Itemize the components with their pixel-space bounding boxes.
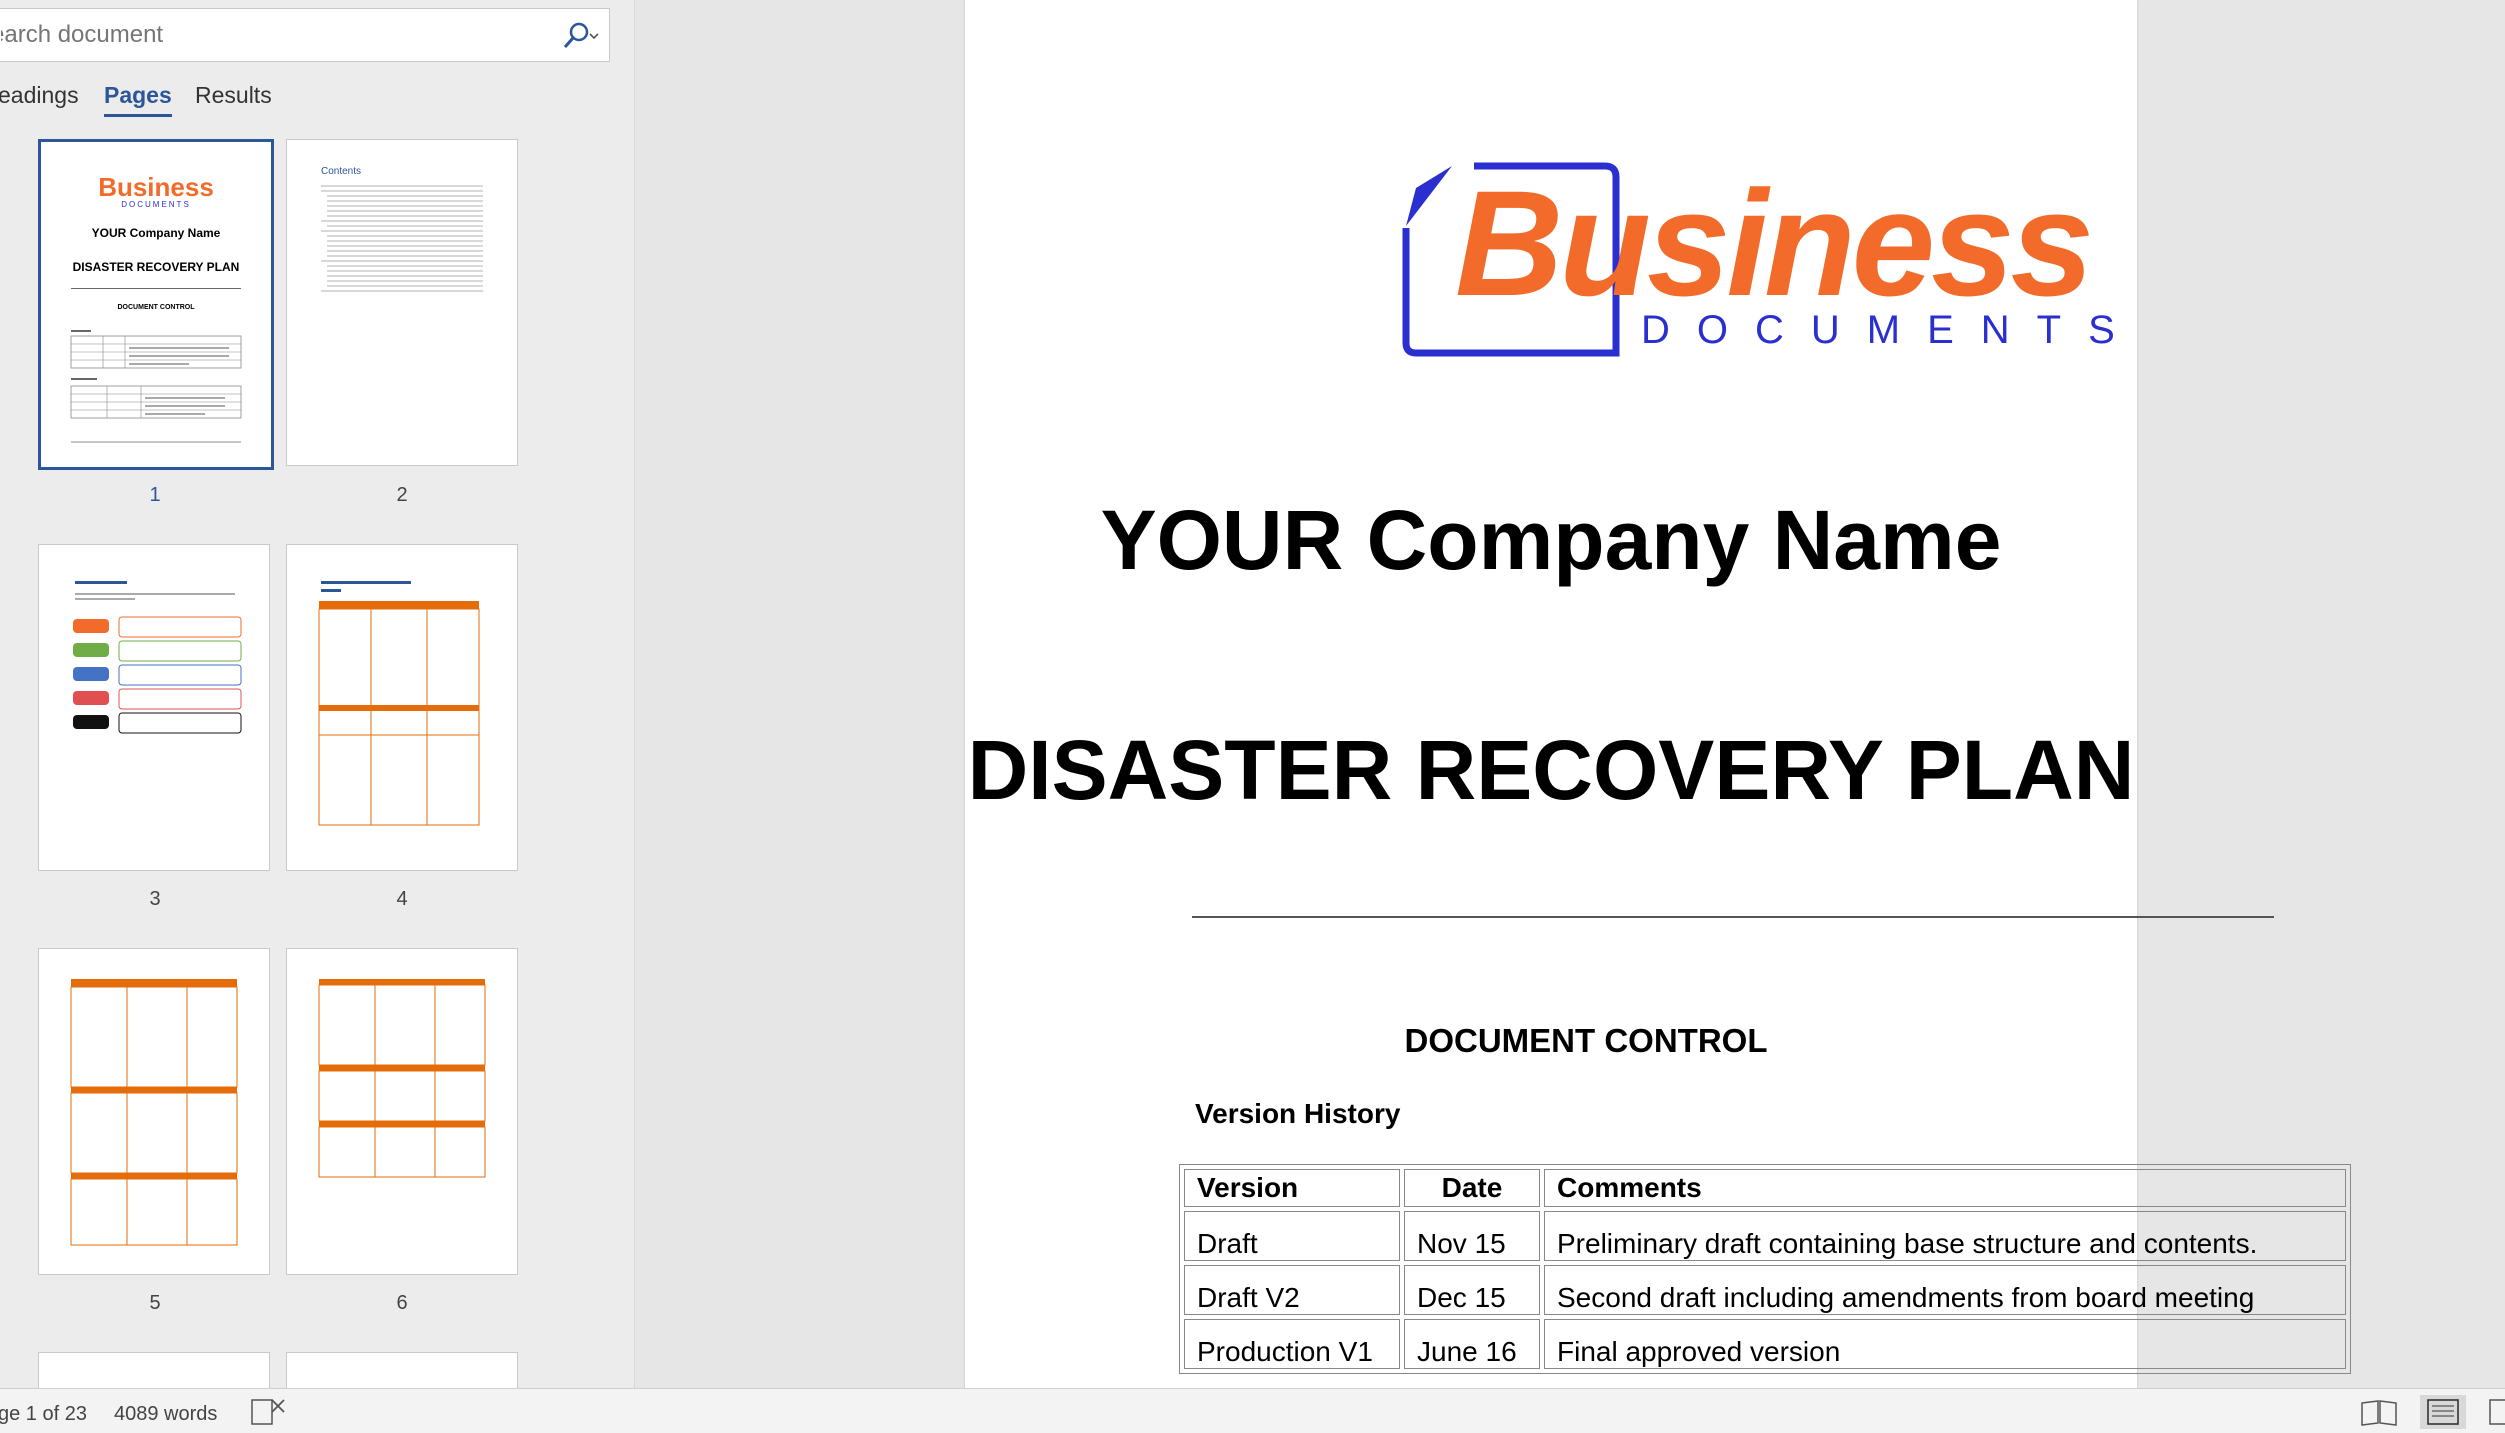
navigation-pane: eadings Pages Results Business DOCUMENTS…	[0, 0, 635, 1392]
page-number-4: 4	[396, 888, 408, 910]
read-mode-icon[interactable]	[2356, 1395, 2402, 1429]
thumb-rule	[71, 288, 241, 289]
document-area: Business DOCUMENTS YOUR Company Name DIS…	[635, 0, 2505, 1388]
search-box	[0, 8, 610, 62]
page-number-1: 1	[149, 484, 161, 506]
table-header-cell: Date	[1404, 1169, 1540, 1207]
table-cell: Nov 15	[1404, 1211, 1540, 1261]
business-documents-logo: Business DOCUMENTS	[965, 0, 2137, 380]
thumb-title: DISASTER RECOVERY PLAN	[72, 260, 240, 274]
page-thumbnail-6[interactable]	[286, 948, 518, 1275]
thumb1-tables	[70, 330, 242, 443]
thumb2-toc-lines	[321, 185, 483, 292]
document-page[interactable]: Business DOCUMENTS YOUR Company Name DIS…	[965, 0, 2351, 1388]
table-cell: Draft V2	[1184, 1265, 1400, 1315]
page-number-2: 2	[396, 484, 408, 506]
page-thumbnail-7[interactable]	[38, 1352, 270, 1392]
plan-title: DISASTER RECOVERY PLAN	[967, 723, 2135, 817]
table-cell: Dec 15	[1404, 1265, 1540, 1315]
search-icon[interactable]	[559, 21, 599, 51]
page-thumbnail-1[interactable]: Business DOCUMENTS YOUR Company Name DIS…	[38, 139, 274, 470]
search-input[interactable]	[0, 9, 541, 61]
page-thumbnail-8[interactable]	[286, 1352, 518, 1392]
page-thumbnail-4[interactable]	[286, 544, 518, 871]
page-number-3: 3	[149, 888, 161, 910]
tab-pages[interactable]: Pages	[104, 82, 172, 117]
version-history-table: Version Date Comments Draft Nov 15 Preli…	[1179, 1164, 2351, 1374]
proofing-icon[interactable]	[250, 1397, 286, 1427]
status-bar: ge 1 of 23 4089 words	[0, 1388, 2505, 1433]
thumb-contents-heading: Contents	[321, 166, 362, 177]
table-cell: Preliminary draft containing base struct…	[1544, 1211, 2346, 1261]
thumb-control: DOCUMENT CONTROL	[117, 304, 195, 311]
thumb6-content	[318, 979, 486, 1178]
horizontal-rule	[1192, 916, 2274, 918]
page-thumbnail-5[interactable]	[38, 948, 270, 1275]
page-number-6: 6	[396, 1292, 408, 1314]
page-number-5: 5	[149, 1292, 161, 1314]
thumb4-content	[318, 581, 480, 826]
table-row: Draft Nov 15 Preliminary draft containin…	[1184, 1211, 2346, 1261]
company-name: YOUR Company Name	[1100, 493, 2002, 587]
page-thumbnail-3[interactable]	[38, 544, 270, 871]
table-row: Draft V2 Dec 15 Second draft including a…	[1184, 1265, 2346, 1315]
table-cell: Second draft including amendments from b…	[1544, 1265, 2346, 1315]
version-history-heading: Version History	[1195, 1098, 1401, 1129]
web-layout-icon[interactable]	[2484, 1395, 2505, 1429]
table-row: Production V1 June 16 Final approved ver…	[1184, 1319, 2346, 1369]
page-thumbnail-2[interactable]: Contents	[286, 139, 518, 466]
thumb3-content	[73, 581, 242, 734]
table-cell: June 16	[1404, 1319, 1540, 1369]
print-layout-icon[interactable]	[2420, 1395, 2466, 1429]
word-count-status[interactable]: 4089 words	[114, 1403, 217, 1426]
thumb-logo-sub: DOCUMENTS	[121, 200, 191, 209]
document-control-heading: DOCUMENT CONTROL	[1404, 1022, 1768, 1059]
thumb-logo: Business	[98, 172, 214, 202]
table-header-row: Version Date Comments	[1184, 1169, 2346, 1207]
tab-headings[interactable]: eadings	[0, 82, 79, 109]
thumb-company: YOUR Company Name	[91, 226, 221, 240]
logo-word: Business	[1455, 159, 2094, 327]
tab-results[interactable]: Results	[195, 82, 272, 109]
table-header-cell: Comments	[1544, 1169, 2346, 1207]
logo-subtitle: DOCUMENTS	[1641, 308, 2142, 352]
table-header-cell: Version	[1184, 1169, 1400, 1207]
table-cell: Final approved version	[1544, 1319, 2346, 1369]
table-cell: Production V1	[1184, 1319, 1400, 1369]
thumb5-content	[70, 979, 238, 1246]
table-cell: Draft	[1184, 1211, 1400, 1261]
page-count-status[interactable]: ge 1 of 23	[0, 1403, 87, 1426]
